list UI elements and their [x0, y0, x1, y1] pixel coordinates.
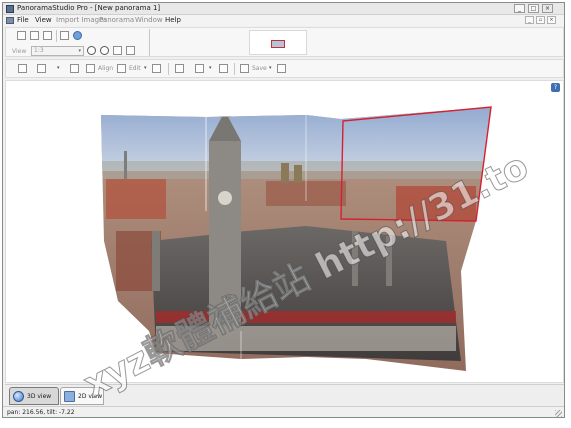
minimize-button[interactable]: _: [514, 4, 525, 13]
mdi-close-button[interactable]: ×: [547, 16, 556, 24]
sphere-icon: [13, 391, 24, 402]
app-icon: [6, 5, 14, 13]
resize-grip-icon[interactable]: [555, 410, 562, 417]
new-file-icon[interactable]: [17, 31, 26, 40]
align-icon[interactable]: [86, 64, 95, 73]
lens-settings-icon[interactable]: [70, 64, 79, 73]
tab-3d-view[interactable]: 3D view: [9, 387, 59, 405]
edit-button-label[interactable]: Edit: [129, 65, 141, 72]
title-bar[interactable]: PanoramaStudio Pro - [New panorama 1] _ …: [3, 3, 564, 15]
import-images-icon[interactable]: [18, 64, 27, 73]
chevron-down-icon[interactable]: ▾: [144, 65, 147, 71]
app-window: PanoramaStudio Pro - [New panorama 1] _ …: [2, 2, 565, 418]
chevron-down-icon[interactable]: ▾: [209, 65, 212, 71]
main-toolbar: View 1:3 ▾: [5, 27, 564, 57]
view-zoom-value: 1:3: [34, 47, 44, 54]
image-list-icon[interactable]: [37, 64, 46, 73]
status-bar: pan: 216.56, tilt: -7.22: [3, 406, 564, 417]
menu-window[interactable]: Window: [135, 16, 163, 24]
tab-2d-view[interactable]: 2D view: [60, 387, 104, 405]
view-tabs: 3D view 2D view: [5, 384, 564, 406]
pan-tilt-readout: pan: 216.56, tilt: -7.22: [7, 409, 75, 416]
toolbar-separator: [234, 63, 235, 75]
navigator-thumbnail[interactable]: [271, 40, 285, 48]
fit-to-window-icon[interactable]: [113, 46, 122, 55]
export-icon[interactable]: [277, 64, 286, 73]
zoom-in-icon[interactable]: [87, 46, 96, 55]
actual-size-icon[interactable]: [126, 46, 135, 55]
open-folder-icon[interactable]: [30, 31, 39, 40]
toolbar-separator: [149, 29, 150, 56]
close-button[interactable]: ×: [542, 4, 553, 13]
properties-icon[interactable]: [60, 31, 69, 40]
view-label: View: [12, 48, 27, 55]
view-zoom-select[interactable]: 1:3 ▾: [31, 46, 84, 56]
menu-bar: File View Import Images Panorama Window …: [3, 15, 564, 26]
window-title: PanoramaStudio Pro - [New panorama 1]: [17, 4, 161, 12]
panorama-canvas[interactable]: ?: [5, 80, 564, 383]
mdi-restore-button[interactable]: ▫: [536, 16, 545, 24]
tab-3d-view-label: 3D view: [27, 393, 52, 400]
stitched-panorama: [101, 107, 491, 371]
toolbar-separator: [56, 30, 57, 42]
flat-image-icon: [64, 391, 75, 402]
panorama-toolbar: ▾ Align Edit ▾ ▾ Save ▾: [5, 59, 564, 78]
chevron-down-icon[interactable]: ▾: [57, 65, 60, 71]
save-panorama-icon[interactable]: [240, 64, 249, 73]
menu-file[interactable]: File: [17, 16, 29, 24]
panorama-image[interactable]: [6, 81, 564, 383]
menu-help[interactable]: Help: [165, 16, 181, 24]
align-button-label[interactable]: Align: [98, 65, 113, 72]
edit-icon[interactable]: [117, 64, 126, 73]
menu-view[interactable]: View: [35, 16, 52, 24]
zoom-out-icon[interactable]: [100, 46, 109, 55]
tab-2d-view-label: 2D view: [78, 393, 103, 400]
chevron-down-icon[interactable]: ▾: [269, 65, 272, 71]
chevron-down-icon: ▾: [78, 48, 81, 54]
crop-icon[interactable]: [152, 64, 161, 73]
retouch-icon[interactable]: [219, 64, 228, 73]
color-correction-icon[interactable]: [175, 64, 184, 73]
save-disk-icon[interactable]: [43, 31, 52, 40]
mdi-minimize-button[interactable]: _: [525, 16, 534, 24]
toolbar-separator: [168, 63, 169, 75]
menu-panorama[interactable]: Panorama: [99, 16, 134, 24]
sharpen-icon[interactable]: [195, 64, 204, 73]
globe-icon[interactable]: [73, 31, 82, 40]
maximize-button[interactable]: □: [528, 4, 539, 13]
document-icon[interactable]: [6, 17, 14, 24]
navigator-panel[interactable]: [249, 30, 307, 55]
save-button-label[interactable]: Save: [252, 65, 267, 72]
